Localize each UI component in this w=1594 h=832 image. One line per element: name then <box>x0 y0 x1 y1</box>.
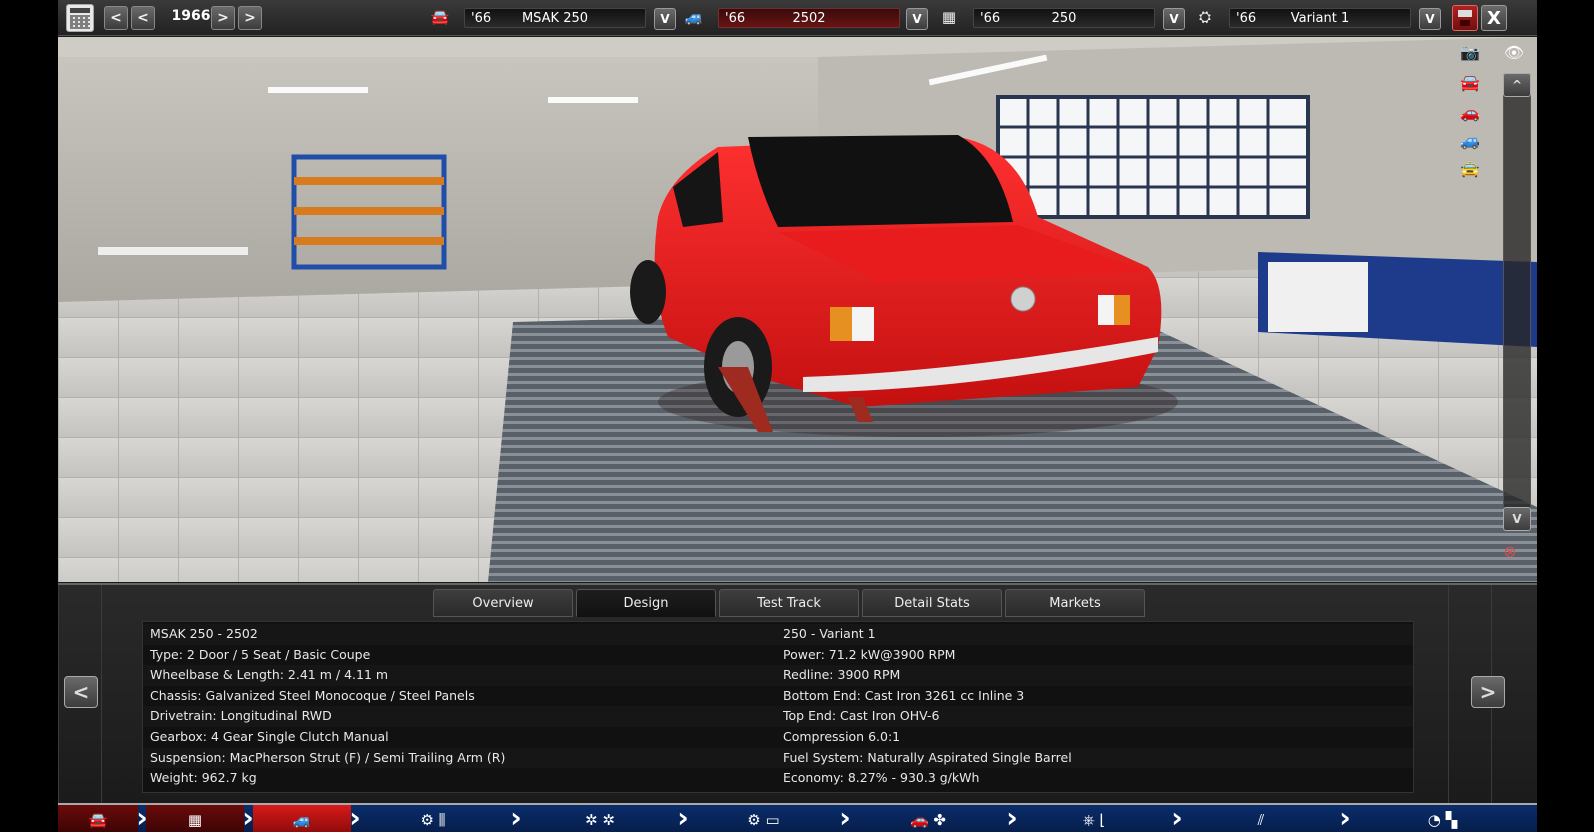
car-body-icon: 🚙 <box>684 8 704 26</box>
trim-field[interactable]: '66 2502 <box>718 8 900 28</box>
stat-row: MSAK 250 - 2502 250 - Variant 1 <box>143 624 1413 645</box>
stats-table: MSAK 250 - 2502 250 - Variant 1 Type: 2 … <box>142 621 1414 793</box>
engine-economy: Economy: 8.27% - 930.3 g/kWh <box>783 770 980 786</box>
car-rear-view-icon[interactable]: 🚙 <box>1447 131 1493 153</box>
engine-field[interactable]: '66 250 <box>973 8 1155 28</box>
car-chassis: Chassis: Galvanized Steel Monocoque / St… <box>150 687 475 703</box>
stat-row: Type: 2 Door / 5 Seat / Basic Coupe Powe… <box>143 645 1413 666</box>
car-body-icon[interactable]: 🚙 <box>253 805 351 832</box>
chassis-icon[interactable]: ▦ <box>146 805 244 832</box>
scroll-down-button[interactable]: V <box>1503 507 1531 531</box>
car-fan-icon[interactable]: 🚗 ✤ <box>848 805 1008 832</box>
engine-name: 250 <box>1051 11 1077 26</box>
tab-markets[interactable]: Markets <box>1005 589 1145 617</box>
tab-overview[interactable]: Overview <box>433 589 573 617</box>
car-gearbox: Gearbox: 4 Gear Single Clutch Manual <box>150 729 389 744</box>
exhaust-icon[interactable]: ⫽ <box>1181 805 1341 832</box>
car-model-icon: 🚘 <box>430 8 450 26</box>
info-panel: Overview Design Test Track Detail Stats … <box>58 583 1537 805</box>
car-top-view-icon[interactable]: 🚖 <box>1447 159 1493 181</box>
engine-fuel-system: Fuel System: Naturally Aspirated Single … <box>783 749 1072 765</box>
next-year-button[interactable]: > <box>211 6 235 30</box>
variant-selector: ⛭ '66 Variant 1 V <box>1189 5 1444 31</box>
engine-redline: Redline: 3900 RPM <box>783 667 901 683</box>
variant-dropdown-button[interactable]: V <box>1419 8 1441 30</box>
car-wheelbase-length: Wheelbase & Length: 2.41 m / 4.11 m <box>150 667 389 683</box>
camera-controls: 📷 👁 ^ 🚘 🚗 🚙 🚖 V ⊗ <box>1447 37 1537 582</box>
car-icon[interactable]: 🚘 <box>58 805 138 832</box>
wheels-icon[interactable]: ✲ ✲ <box>521 805 679 832</box>
engine-selector: ▦ '66 250 V <box>933 5 1188 31</box>
stat-row: Suspension: MacPherson Strut (F) / Semi … <box>143 747 1413 769</box>
engine-power: Power: 71.2 kW@3900 RPM <box>783 646 956 662</box>
panel-next-button[interactable]: > <box>1471 676 1505 708</box>
car-suspension: Suspension: MacPherson Strut (F) / Semi … <box>150 749 506 765</box>
engine-block-icon: ▦ <box>941 8 957 26</box>
next-decade-button[interactable]: > <box>238 6 262 30</box>
design-steps-bar: 🚘 › ▦ › 🚙 › ⚙ ⫼ › ✲ ✲ › ⚙ ▭ › 🚗 ✤ › ⎈ ⌊ › ⫽ › ◔ ▚ <box>58 803 1537 832</box>
reset-view-icon[interactable]: ⊗ <box>1487 542 1533 564</box>
trim-selector: 🚙 '66 2502 V <box>678 5 933 31</box>
car-type: Type: 2 Door / 5 Seat / Basic Coupe <box>150 646 371 662</box>
engine-icon[interactable]: ⚙ ⫼ <box>354 805 512 832</box>
model-field[interactable]: '66 MSAK 250 <box>464 8 646 28</box>
variant-field[interactable]: '66 Variant 1 <box>1229 8 1411 28</box>
steering-icon[interactable]: ⎈ ⌊ <box>1015 805 1173 832</box>
save-icon[interactable] <box>1452 5 1478 31</box>
car-summary: MSAK 250 - 2502 <box>150 626 258 641</box>
car-weight: Weight: 962.7 kg <box>150 770 257 786</box>
tab-detail-stats[interactable]: Detail Stats <box>862 589 1002 617</box>
engine-variant-icon: ⛭ <box>1198 8 1211 26</box>
camera-icon[interactable]: 📷 <box>1447 43 1493 65</box>
calendar-icon[interactable] <box>66 4 94 32</box>
app-window: < < 1966 > > 🚘 '66 MSAK 250 V 🚙 '66 2502… <box>58 0 1537 832</box>
prev-year-button[interactable]: < <box>131 6 155 30</box>
close-button[interactable]: X <box>1481 5 1507 31</box>
model-selector: 🚘 '66 MSAK 250 V <box>424 5 679 31</box>
car-3d-viewport[interactable]: 📷 👁 ^ 🚘 🚗 🚙 🚖 V ⊗ <box>58 37 1537 582</box>
panel-prev-button[interactable]: < <box>64 676 98 708</box>
zoom-slider-track[interactable] <box>1503 73 1531 531</box>
finish-flag-icon[interactable]: ◔ ▚ <box>1348 805 1537 832</box>
top-toolbar: < < 1966 > > 🚘 '66 MSAK 250 V 🚙 '66 2502… <box>58 0 1537 36</box>
engine-summary: 250 - Variant 1 <box>783 626 876 641</box>
stat-row: Drivetrain: Longitudinal RWD Top End: Ca… <box>143 706 1413 727</box>
prev-decade-button[interactable]: < <box>104 6 128 30</box>
car-side-view-icon[interactable]: 🚗 <box>1447 103 1493 125</box>
stat-row: Gearbox: 4 Gear Single Clutch Manual Com… <box>143 727 1413 748</box>
eye-icon[interactable]: 👁 <box>1491 43 1537 65</box>
model-dropdown-button[interactable]: V <box>654 8 676 30</box>
stat-row: Weight: 962.7 kg Economy: 8.27% - 930.3 … <box>143 768 1413 789</box>
model-name: MSAK 250 <box>521 11 589 26</box>
garage-scene <box>58 37 1537 582</box>
car-drivetrain: Drivetrain: Longitudinal RWD <box>150 708 332 724</box>
stat-row: Wheelbase & Length: 2.41 m / 4.11 m Redl… <box>143 665 1413 686</box>
car-front-view-icon[interactable]: 🚘 <box>1447 73 1493 95</box>
variant-name: Variant 1 <box>1290 11 1350 26</box>
tab-design[interactable]: Design <box>576 589 716 617</box>
engine-block-icon[interactable]: ⚙ ▭ <box>686 805 841 832</box>
engine-dropdown-button[interactable]: V <box>1163 8 1185 30</box>
engine-bottom-end: Bottom End: Cast Iron 3261 cc Inline 3 <box>783 687 1025 703</box>
trim-name: 2502 <box>792 11 826 26</box>
engine-compression: Compression 6.0:1 <box>783 729 901 744</box>
trim-dropdown-button[interactable]: V <box>906 8 928 30</box>
engine-top-end: Top End: Cast Iron OHV-6 <box>783 708 940 724</box>
scroll-up-button[interactable]: ^ <box>1503 73 1531 97</box>
stat-row: Chassis: Galvanized Steel Monocoque / St… <box>143 686 1413 707</box>
tab-test-track[interactable]: Test Track <box>719 589 859 617</box>
